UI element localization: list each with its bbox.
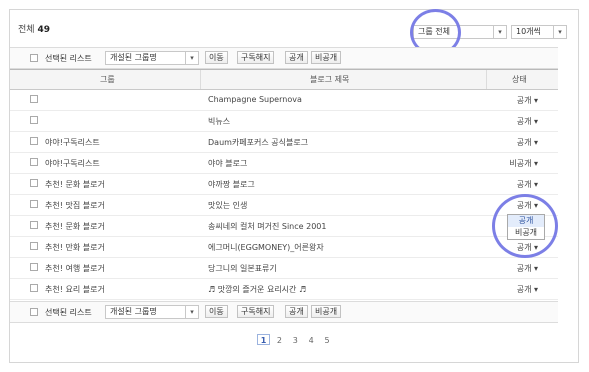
private-button[interactable]: 비공개	[311, 51, 342, 64]
chevron-down-icon: ▾	[553, 26, 566, 38]
caret-down-icon: ▾	[533, 138, 538, 147]
highlight-ring	[492, 194, 558, 258]
row-blog-title[interactable]: 에그머니(EGGMONEY)_어른왕자	[208, 242, 324, 253]
row-status-select[interactable]: 공개 ▾	[517, 284, 538, 295]
table-row: 추천! 문화 블로거 야까짱 블로그 공개 ▾	[10, 173, 558, 195]
per-page-value: 10개씩	[516, 27, 541, 36]
header-blog: 블로그 제목	[310, 75, 350, 84]
row-group: 추천! 만화 블로거	[45, 243, 105, 252]
move-button[interactable]: 이동	[205, 51, 228, 64]
row-group: 추천! 문화 블로거	[45, 180, 105, 189]
table-row: 추천! 요리 블로거 ♬ 맛깡의 즐거운 요리시간 ♬ 공개 ▾	[10, 278, 558, 300]
header-group: 그룹	[100, 75, 115, 84]
total-count: 전체 49	[18, 22, 50, 35]
table-row: 야야!구독리스트 야야 블로그 비공개 ▾	[10, 152, 558, 174]
chevron-down-icon: ▾	[185, 306, 198, 318]
row-status-select[interactable]: 비공개 ▾	[509, 158, 538, 169]
unsubscribe-button[interactable]: 구독해지	[237, 51, 275, 64]
public-button[interactable]: 공개	[285, 305, 308, 318]
select-all-checkbox[interactable]	[30, 54, 38, 62]
table-row: 추천! 맛집 블로거 맛있는 인생 공개 ▾	[10, 194, 558, 216]
page-link[interactable]: 4	[305, 336, 318, 345]
table-row: 야야!구독리스트 Daum카페포커스 공식블로그 공개 ▾	[10, 131, 558, 153]
row-checkbox[interactable]	[30, 263, 38, 271]
row-blog-title[interactable]: 야야 블로그	[208, 158, 247, 169]
move-group-select[interactable]: 개설된 그룹명 ▾	[105, 305, 199, 319]
row-status-select[interactable]: 공개 ▾	[517, 179, 538, 190]
move-group-value: 개설된 그룹명	[110, 53, 157, 62]
table-row: 추천! 여행 블로거 당그니의 일본표류기 공개 ▾	[10, 257, 558, 279]
row-checkbox[interactable]	[30, 137, 38, 145]
toolbar-top: 선택된 리스트 개설된 그룹명 ▾ 이동 구독해지 공개 비공개	[10, 47, 558, 69]
unsubscribe-button[interactable]: 구독해지	[237, 305, 275, 318]
page-link[interactable]: 5	[321, 336, 334, 345]
row-status-select[interactable]: 공개 ▾	[517, 95, 538, 106]
row-status-value: 공개	[516, 285, 532, 294]
toolbar-bottom: 선택된 리스트 개설된 그룹명 ▾ 이동 구독해지 공개 비공개	[10, 301, 558, 323]
caret-down-icon: ▾	[533, 264, 538, 273]
row-status-select[interactable]: 공개 ▾	[517, 116, 538, 127]
row-checkbox[interactable]	[30, 242, 38, 250]
move-group-value: 개설된 그룹명	[110, 307, 157, 316]
move-button[interactable]: 이동	[205, 305, 228, 318]
row-group: 추천! 여행 블로거	[45, 264, 105, 273]
caret-down-icon: ▾	[533, 159, 538, 168]
row-status-value: 공개	[516, 264, 532, 273]
chevron-down-icon: ▾	[493, 26, 506, 38]
row-status-value: 공개	[516, 138, 532, 147]
row-checkbox[interactable]	[30, 158, 38, 166]
row-blog-title[interactable]: 빅뉴스	[208, 116, 230, 127]
caret-down-icon: ▾	[533, 285, 538, 294]
row-status-select[interactable]: 공개 ▾	[517, 263, 538, 274]
select-all-checkbox[interactable]	[30, 308, 38, 316]
per-page-select[interactable]: 10개씩 ▾	[511, 25, 567, 39]
row-checkbox[interactable]	[30, 116, 38, 124]
table-row: 빅뉴스 공개 ▾	[10, 110, 558, 132]
chevron-down-icon: ▾	[185, 52, 198, 64]
private-button[interactable]: 비공개	[311, 305, 342, 318]
row-blog-title[interactable]: Daum카페포커스 공식블로그	[208, 137, 308, 148]
row-group: 추천! 맛집 블로거	[45, 201, 105, 210]
row-checkbox[interactable]	[30, 95, 38, 103]
row-group: 추천! 문화 블로거	[45, 222, 105, 231]
table-row: 추천! 문화 블로거 송씨네의 컬처 며거진 Since 2001	[10, 215, 558, 237]
header-status: 상태	[512, 75, 527, 84]
caret-down-icon: ▾	[533, 180, 538, 189]
row-group: 야야!구독리스트	[45, 159, 100, 168]
table-row: Champagne Supernova 공개 ▾	[10, 89, 558, 111]
row-blog-title[interactable]: 맛있는 인생	[208, 200, 247, 211]
total-label: 전체	[18, 25, 35, 35]
row-group: 추천! 요리 블로거	[45, 285, 105, 294]
total-number: 49	[37, 25, 50, 35]
row-checkbox[interactable]	[30, 200, 38, 208]
page-link[interactable]: 1	[257, 334, 270, 345]
row-checkbox[interactable]	[30, 179, 38, 187]
row-blog-title[interactable]: ♬ 맛깡의 즐거운 요리시간 ♬	[208, 284, 306, 295]
selected-list-label: 선택된 리스트	[45, 54, 92, 63]
row-status-value: 공개	[516, 180, 532, 189]
table-row: 추천! 만화 블로거 에그머니(EGGMONEY)_어른왕자 공개 ▾	[10, 236, 558, 258]
caret-down-icon: ▾	[533, 117, 538, 126]
row-group: 야야!구독리스트	[45, 138, 100, 147]
caret-down-icon: ▾	[533, 96, 538, 105]
row-status-value: 공개	[516, 96, 532, 105]
row-blog-title[interactable]: 야까짱 블로그	[208, 179, 255, 190]
public-button[interactable]: 공개	[285, 51, 308, 64]
pagination: 1 2 3 4 5	[257, 334, 334, 346]
row-checkbox[interactable]	[30, 284, 38, 292]
row-checkbox[interactable]	[30, 221, 38, 229]
row-status-select[interactable]: 공개 ▾	[517, 137, 538, 148]
row-status-value: 공개	[516, 117, 532, 126]
row-blog-title[interactable]: Champagne Supernova	[208, 95, 302, 104]
table-header: 그룹 블로그 제목 상태	[10, 69, 558, 90]
row-status-value: 비공개	[509, 159, 532, 168]
page-link[interactable]: 3	[289, 336, 302, 345]
move-group-select[interactable]: 개설된 그룹명 ▾	[105, 51, 199, 65]
row-blog-title[interactable]: 송씨네의 컬처 며거진 Since 2001	[208, 221, 326, 232]
row-blog-title[interactable]: 당그니의 일본표류기	[208, 263, 277, 274]
selected-list-label: 선택된 리스트	[45, 308, 92, 317]
page-link[interactable]: 2	[273, 336, 286, 345]
